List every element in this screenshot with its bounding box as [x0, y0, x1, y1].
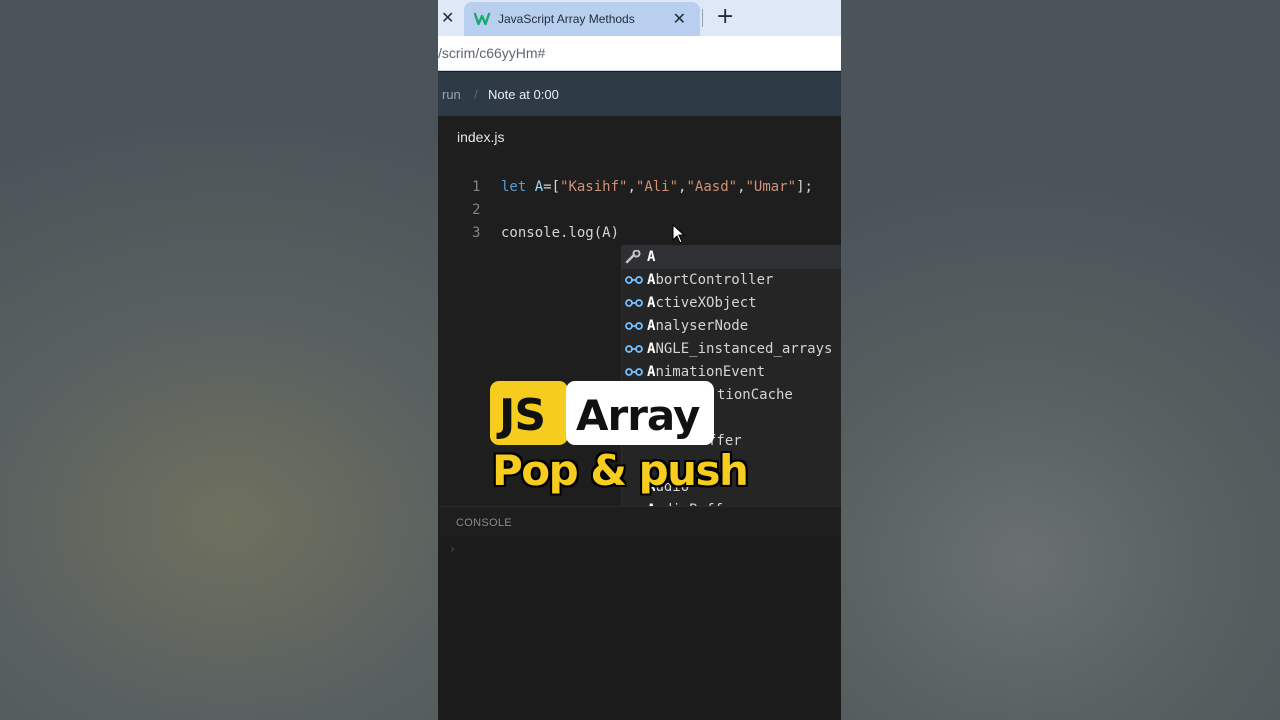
close-tab-icon[interactable]: ✕ — [441, 8, 454, 28]
identifier-a: A — [526, 179, 544, 195]
js-badge-text: JS — [499, 390, 546, 441]
punctuation: , — [627, 179, 636, 195]
string-literal: "Kasihf" — [560, 179, 628, 195]
punctuation: , — [737, 179, 746, 195]
browser-tab-active[interactable]: JavaScript Array Methods ✕ — [464, 2, 700, 36]
suggestion-rest: ctiveXObject — [655, 295, 757, 311]
interface-icon — [625, 299, 643, 307]
file-tab-index-js[interactable]: index.js — [457, 129, 504, 145]
video-subtitle: Pop & push — [492, 446, 749, 495]
js-badge: JS — [490, 381, 568, 445]
code-line-1[interactable]: let A=["Kasihf","Ali","Aasd","Umar"]; — [501, 179, 813, 195]
suggestion-item[interactable]: AnalyserNode — [622, 315, 841, 338]
console-header[interactable]: CONSOLE — [438, 506, 841, 537]
line-number: 2 — [472, 202, 481, 218]
console-output[interactable]: › — [438, 536, 841, 720]
array-badge: Array — [566, 381, 714, 445]
run-button[interactable]: run — [442, 87, 461, 102]
string-literal: "Umar" — [745, 179, 797, 195]
suggestion-rest: nalyserNode — [655, 318, 749, 334]
punctuation: =[ — [543, 179, 561, 195]
line-number: 1 — [472, 179, 481, 195]
array-badge-text: Array — [576, 391, 700, 440]
suggestion-item[interactable]: ActiveXObject — [622, 292, 841, 315]
tab-title: JavaScript Array Methods — [498, 12, 635, 26]
mouse-pointer-icon — [672, 224, 686, 244]
wrench-icon — [625, 250, 641, 264]
console-label: CONSOLE — [456, 517, 512, 529]
interface-icon — [625, 322, 643, 330]
background-right — [841, 0, 1280, 720]
code-line-3[interactable]: console.log(A) — [501, 225, 619, 241]
line-number: 3 — [472, 225, 481, 241]
keyword-let: let — [501, 179, 527, 195]
breadcrumb-separator: / — [474, 87, 478, 102]
browser-tab-strip: ✕ JavaScript Array Methods ✕ + — [438, 0, 841, 36]
console-prompt-icon: › — [450, 542, 455, 556]
interface-icon — [625, 368, 643, 376]
note-timestamp[interactable]: Note at 0:00 — [488, 87, 559, 102]
tab-close-icon[interactable]: ✕ — [673, 9, 686, 29]
suggestion-rest: nimationEvent — [655, 364, 766, 380]
punctuation: ]; — [796, 179, 813, 195]
video-frame: ✕ JavaScript Array Methods ✕ + /scrim/c6… — [438, 0, 841, 720]
string-literal: "Ali" — [635, 179, 679, 195]
url-text: /scrim/c66yyHm# — [438, 45, 546, 61]
suggestion-item[interactable]: ANGLE_instanced_arrays — [622, 338, 841, 361]
suggestion-item[interactable]: AbortController — [622, 269, 841, 292]
scrimba-logo-icon — [474, 12, 491, 26]
interface-icon — [625, 276, 643, 284]
interface-icon — [625, 345, 643, 353]
suggestion-match: A — [647, 249, 656, 265]
new-tab-button[interactable]: + — [716, 5, 734, 29]
suggestion-rest: bortController — [655, 272, 774, 288]
suggestion-rest: NGLE_instanced_arrays — [655, 341, 833, 357]
tab-separator — [702, 9, 703, 27]
suggestion-rest: tionCache — [717, 387, 793, 403]
address-bar[interactable]: /scrim/c66yyHm# — [438, 36, 841, 71]
string-literal: "Aasd" — [686, 179, 738, 195]
suggestion-item[interactable]: A — [622, 246, 841, 269]
scrim-header: run / Note at 0:00 — [438, 72, 841, 116]
